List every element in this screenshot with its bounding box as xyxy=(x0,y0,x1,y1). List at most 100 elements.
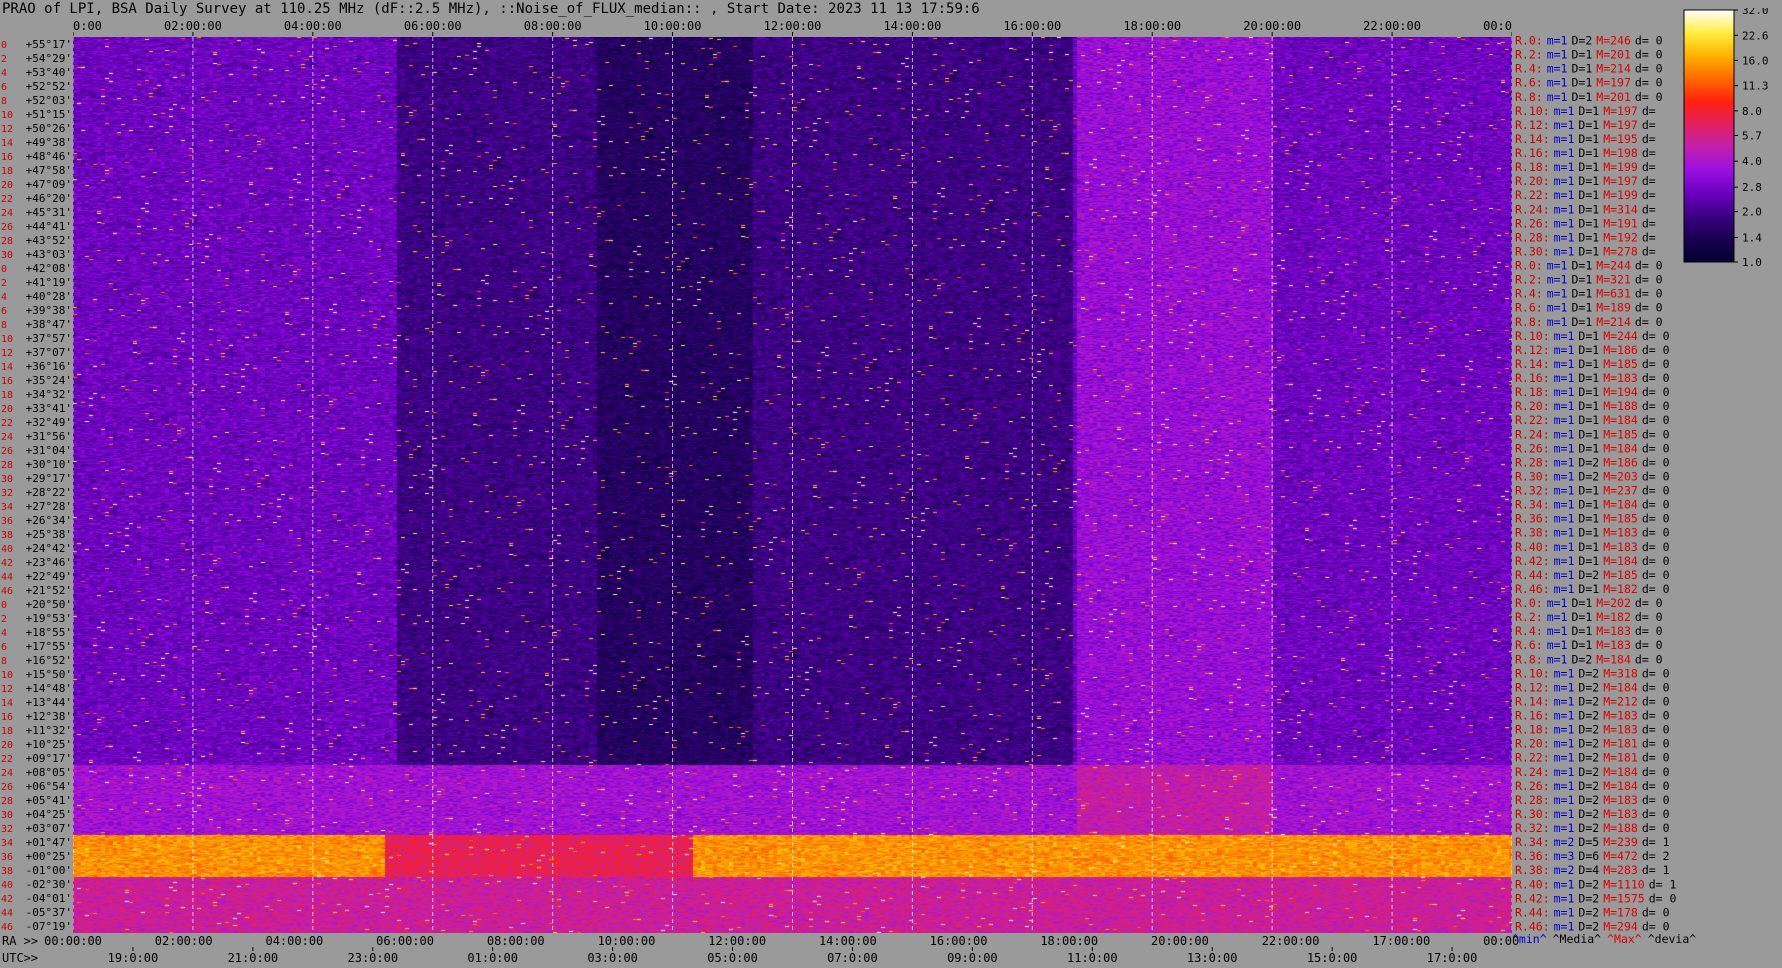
row-stat-median: D=1 xyxy=(1578,554,1599,568)
row-stat-devia: d= 0 xyxy=(1642,680,1670,694)
colorbar-tick-label: 2.0 xyxy=(1742,206,1762,219)
top-tick-label: 22:00:00 xyxy=(1363,19,1421,33)
row-stat-label: R.34: xyxy=(1515,835,1550,849)
row-stat: R.36: m=1 D=1 M=185 d= 0 xyxy=(1515,512,1670,526)
declination-label: +39°38' xyxy=(26,304,72,317)
row-stat: R.6: m=1 D=1 M=183 d= 0 xyxy=(1515,638,1663,652)
row-stat-max: M=194 xyxy=(1603,385,1638,399)
ra-tick-label: 00:00:00 xyxy=(44,934,102,948)
row-index-label: 10 xyxy=(1,334,13,345)
row-stat-min: m=1 xyxy=(1547,273,1568,287)
declination-label: +44°41' xyxy=(26,220,72,233)
row-stat: R.4: m=1 D=1 M=631 d= 0 xyxy=(1515,287,1663,301)
row-stat: R.30: m=1 D=1 M=278 d= xyxy=(1515,244,1656,258)
row-stat-label: R.46: xyxy=(1515,919,1550,933)
utc-tick-label: 05:0:00 xyxy=(707,951,758,965)
row-stat-min: m=1 xyxy=(1554,104,1575,118)
row-stat-max: M=185 xyxy=(1603,357,1638,371)
row-index-label: 4 xyxy=(1,68,7,79)
row-index-label: 42 xyxy=(1,894,13,905)
row-stat-median: D=2 xyxy=(1578,709,1599,723)
row-stat-max: M=214 xyxy=(1596,315,1631,329)
row-stat: R.34: m=1 D=1 M=184 d= 0 xyxy=(1515,498,1670,512)
row-index-label: 12 xyxy=(1,124,13,135)
declination-label: +04°25' xyxy=(26,808,72,821)
colorbar-tick-label: 2.8 xyxy=(1742,181,1762,194)
row-stat: R.8: m=1 D=1 M=201 d= 0 xyxy=(1515,90,1663,104)
row-index-label: 36 xyxy=(1,516,13,527)
row-index-label: 12 xyxy=(1,348,13,359)
row-index-label: 6 xyxy=(1,642,7,653)
ra-tick-label: 04:00:00 xyxy=(265,934,323,948)
colorbar-tick-label: 4.0 xyxy=(1742,155,1762,168)
row-stat-max: M=244 xyxy=(1603,329,1638,343)
row-stat-devia: d= 0 xyxy=(1642,484,1670,498)
declination-label: +20°50' xyxy=(26,598,72,611)
declination-label: +15°50' xyxy=(26,668,72,681)
row-stat-devia: d= 0 xyxy=(1635,62,1663,76)
row-stat-min: m=2 xyxy=(1554,863,1575,877)
row-stat-max: M=1110 xyxy=(1603,877,1645,891)
utc-tick-label: 15:0:00 xyxy=(1307,951,1358,965)
row-stat-devia: d= xyxy=(1642,174,1656,188)
row-stat: R.14: m=1 D=1 M=195 d= xyxy=(1515,132,1656,146)
row-stat: R.0: m=1 D=1 M=244 d= 0 xyxy=(1515,259,1663,273)
declination-label: +13°44' xyxy=(26,696,72,709)
row-stat-min: m=1 xyxy=(1554,779,1575,793)
declination-label: +00°25' xyxy=(26,850,72,863)
row-stat-devia: d= xyxy=(1642,202,1656,216)
row-stat-devia: d= 0 xyxy=(1642,498,1670,512)
row-index-label: 32 xyxy=(1,488,13,499)
row-stat-max: M=185 xyxy=(1603,427,1638,441)
top-tick-label: 04:00:00 xyxy=(284,19,342,33)
row-stat-label: R.42: xyxy=(1515,891,1550,905)
row-stat-min: m=1 xyxy=(1554,891,1575,905)
row-stat-min: m=1 xyxy=(1554,568,1575,582)
row-stat-median: D=2 xyxy=(1578,891,1599,905)
colorbar-tick-label: 22.6 xyxy=(1742,29,1769,42)
row-stat-min: m=1 xyxy=(1554,582,1575,596)
row-stat-max: M=182 xyxy=(1596,610,1631,624)
row-stat-label: R.20: xyxy=(1515,737,1550,751)
row-stat-max: M=186 xyxy=(1603,343,1638,357)
declination-label: +09°17' xyxy=(26,752,72,765)
row-stat-max: M=192 xyxy=(1603,230,1638,244)
row-stat-label: R.4: xyxy=(1515,287,1543,301)
row-stat-devia: d= 0 xyxy=(1642,905,1670,919)
row-index-label: 10 xyxy=(1,110,13,121)
row-stat-median: D=2 xyxy=(1578,779,1599,793)
row-stat: R.0: m=1 D=1 M=202 d= 0 xyxy=(1515,596,1663,610)
row-stat-devia: d= 0 xyxy=(1635,76,1663,90)
row-stat-devia: d= 0 xyxy=(1635,34,1663,48)
row-stat-min: m=1 xyxy=(1554,329,1575,343)
statistics-legend: ^min^ ^Media^ ^Max^ ^devia^ xyxy=(1512,932,1782,948)
row-stat: R.16: m=1 D=1 M=183 d= 0 xyxy=(1515,371,1670,385)
row-stat-label: R.40: xyxy=(1515,877,1550,891)
row-stat-devia: d= xyxy=(1642,146,1656,160)
row-stat-min: m=1 xyxy=(1554,385,1575,399)
row-index-label: 14 xyxy=(1,138,13,149)
heatmap-gridlines xyxy=(73,37,1512,933)
row-stat-max: M=183 xyxy=(1603,723,1638,737)
legend-item: ^min^ xyxy=(1512,932,1547,946)
declination-label: +30°10' xyxy=(26,458,72,471)
utc-tick-label: 19:0:00 xyxy=(108,951,159,965)
row-stat-min: m=1 xyxy=(1554,512,1575,526)
row-stat-label: R.18: xyxy=(1515,160,1550,174)
row-stat-devia: d= 0 xyxy=(1642,427,1670,441)
row-index-label: 6 xyxy=(1,306,7,317)
declination-label: -07°19' xyxy=(26,920,72,933)
row-stat-devia: d= 0 xyxy=(1642,709,1670,723)
row-stat-min: m=1 xyxy=(1547,259,1568,273)
row-index-label: 14 xyxy=(1,698,13,709)
row-stat-min: m=1 xyxy=(1554,413,1575,427)
declination-label: +16°52' xyxy=(26,654,72,667)
row-stat-max: M=237 xyxy=(1603,484,1638,498)
row-stat-min: m=1 xyxy=(1554,441,1575,455)
declination-label: +08°05' xyxy=(26,766,72,779)
row-stat: R.6: m=1 D=1 M=197 d= 0 xyxy=(1515,76,1663,90)
row-stat-median: D=1 xyxy=(1578,132,1599,146)
row-stat-devia: d= 0 xyxy=(1642,469,1670,483)
declination-label: +36°16' xyxy=(26,360,72,373)
row-stat: R.28: m=1 D=1 M=192 d= xyxy=(1515,230,1656,244)
